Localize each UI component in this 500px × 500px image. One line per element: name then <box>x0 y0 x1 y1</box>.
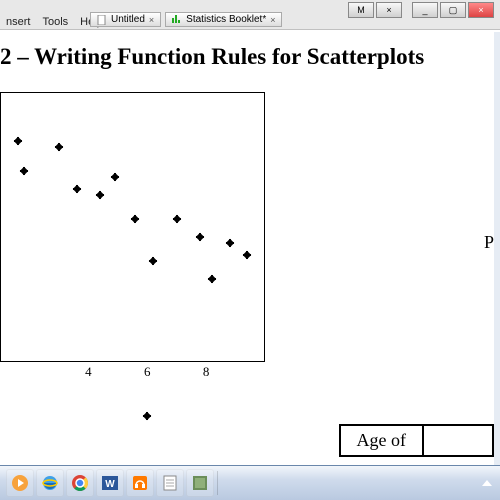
data-table: Age of <box>339 424 494 457</box>
taskbar-audio-icon[interactable] <box>126 469 154 497</box>
scatter-point <box>226 239 234 247</box>
scatter-point-stray <box>143 412 151 420</box>
box-x-button[interactable]: × <box>376 2 402 18</box>
scrollbar[interactable] <box>494 32 500 465</box>
scatter-point <box>96 191 104 199</box>
scatter-point <box>208 275 216 283</box>
stats-icon <box>172 15 182 25</box>
scatter-point <box>55 143 63 151</box>
scatterplot: 468 <box>0 92 265 362</box>
show-hidden-icons[interactable] <box>482 480 492 486</box>
menu-tools[interactable]: Tools <box>42 16 68 28</box>
scatter-point <box>243 251 251 259</box>
close-icon[interactable]: × <box>270 15 275 25</box>
tab-statistics-booklet[interactable]: Statistics Booklet* × <box>165 12 282 27</box>
scatter-point <box>73 185 81 193</box>
taskbar-word-icon[interactable]: W <box>96 469 124 497</box>
taskbar-notes-icon[interactable] <box>156 469 184 497</box>
maximize-button[interactable]: ▢ <box>440 2 466 18</box>
box-m-button[interactable]: M <box>348 2 374 18</box>
tab-untitled[interactable]: Untitled × <box>90 12 161 27</box>
taskbar: W <box>0 465 500 500</box>
x-tick-label: 6 <box>144 364 151 380</box>
title-bar: nsert Tools Help Untitled × Statistics B… <box>0 0 500 30</box>
scatter-point <box>173 215 181 223</box>
scatter-point <box>131 215 139 223</box>
taskbar-divider <box>217 471 218 495</box>
taskbar-chrome-icon[interactable] <box>66 469 94 497</box>
x-tick-label: 8 <box>203 364 210 380</box>
tab-label: Untitled <box>111 14 145 25</box>
scatter-point <box>149 257 157 265</box>
table-cell-label: Age of <box>340 425 423 456</box>
x-tick-label: 4 <box>85 364 92 380</box>
scatter-point <box>14 137 22 145</box>
scatter-point <box>196 233 204 241</box>
close-button[interactable]: × <box>468 2 494 18</box>
close-icon[interactable]: × <box>149 15 154 25</box>
svg-text:W: W <box>105 479 115 490</box>
scatter-point <box>111 173 119 181</box>
doc-icon <box>97 15 107 25</box>
table-cell-value <box>423 425 493 456</box>
cut-off-text: P <box>484 232 494 253</box>
taskbar-app-icon[interactable] <box>186 469 214 497</box>
scatter-point <box>20 167 28 175</box>
document-tabs: Untitled × Statistics Booklet* × <box>90 12 282 27</box>
tab-label: Statistics Booklet* <box>186 14 266 25</box>
minimize-button[interactable]: _ <box>412 2 438 18</box>
document-area: 2 – Writing Function Rules for Scatterpl… <box>0 32 494 465</box>
taskbar-media-player-icon[interactable] <box>6 469 34 497</box>
menu-insert[interactable]: nsert <box>6 16 30 28</box>
window-controls: M × _ ▢ × <box>348 2 494 18</box>
page-title: 2 – Writing Function Rules for Scatterpl… <box>0 44 424 70</box>
taskbar-ie-icon[interactable] <box>36 469 64 497</box>
